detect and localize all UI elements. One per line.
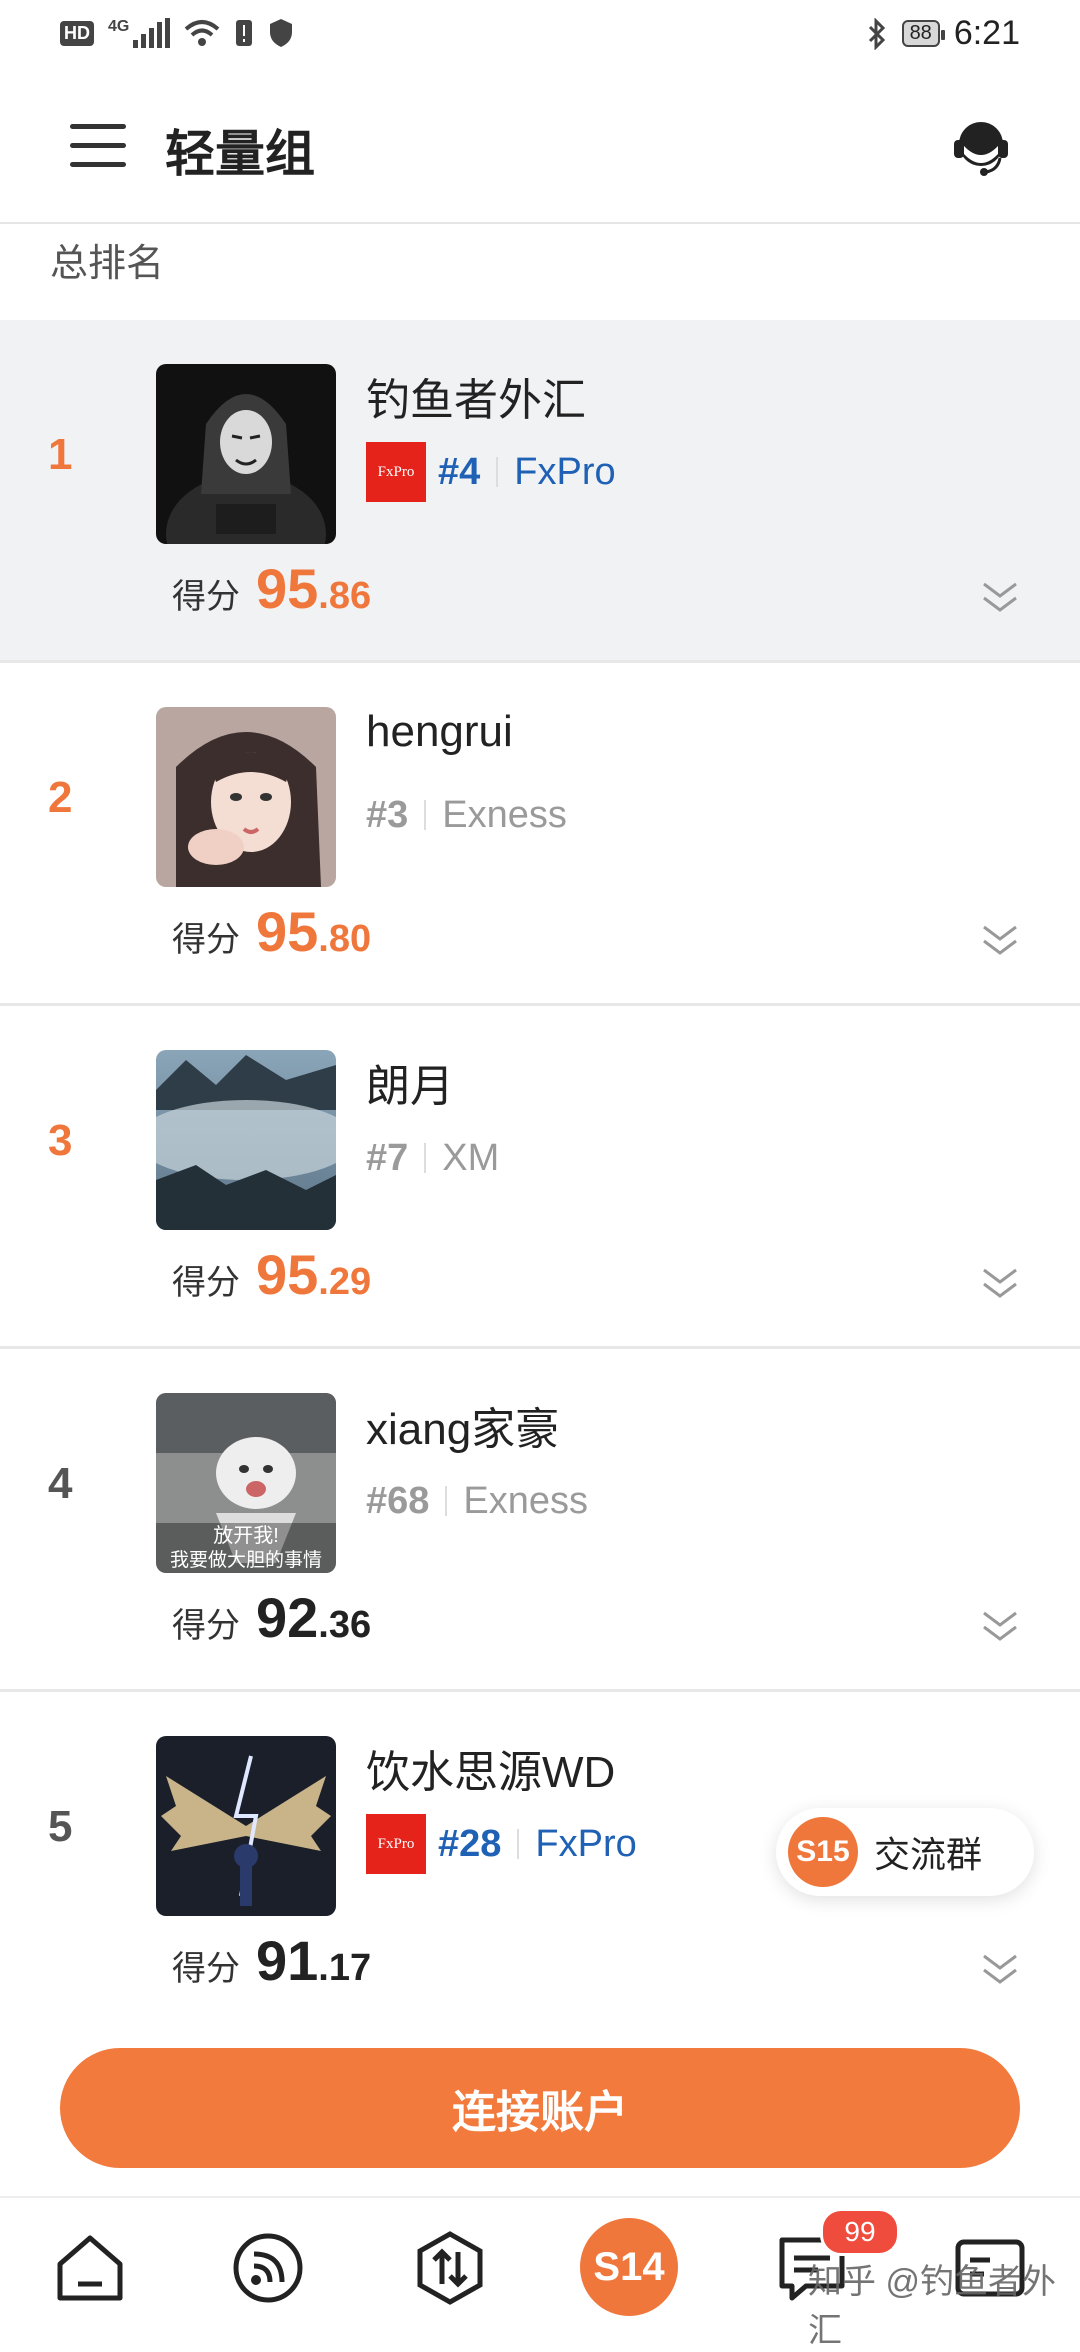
rank-number: 4: [48, 1459, 73, 1508]
score: 得分 91 .17: [172, 1928, 371, 1993]
broker-info: #7 XM: [366, 1128, 499, 1188]
wifi-icon: [185, 20, 220, 46]
avatar-caption: 放开我!: [213, 1525, 279, 1547]
divider: [424, 1143, 427, 1173]
avatar: 放开我! 我要做大胆的事情: [156, 1393, 336, 1573]
menu-icon[interactable]: [70, 124, 126, 168]
ranking-row[interactable]: 4 放开我! 我要做大胆的事情 xiang家豪 #68 Exness 得分 92: [0, 1349, 1080, 1692]
chevron-down-icon[interactable]: [980, 1264, 1020, 1304]
score: 得分 95 .80: [172, 899, 371, 964]
broker-info: FxPro #4 FxPro: [366, 442, 616, 502]
avatar: [156, 1050, 336, 1230]
score-label: 得分: [172, 1950, 240, 1988]
alert-icon: [236, 20, 253, 46]
broker-rank: #7: [366, 1136, 409, 1179]
status-left: HD 4G: [60, 18, 294, 48]
fxpro-logo: FxPro: [366, 1814, 426, 1874]
home-icon[interactable]: [50, 2228, 130, 2308]
score-integer: 91: [256, 1929, 319, 1992]
trade-icon[interactable]: [410, 2228, 490, 2308]
community-chip[interactable]: S15 交流群: [776, 1808, 1034, 1896]
ranking-list: 1 钓鱼者外汇 FxPro #4 FxPro 得分 95 .86 2 hengr…: [0, 320, 1080, 2035]
score-label: 得分: [172, 1607, 240, 1645]
user-name: 钓鱼者外汇: [366, 376, 586, 425]
rank-number: 5: [48, 1802, 73, 1851]
user-name: 朗月: [366, 1062, 454, 1111]
broker-info: #68 Exness: [366, 1471, 588, 1531]
divider: [445, 1486, 448, 1516]
score: 得分 95 .86: [172, 556, 371, 621]
score-decimal: .29: [318, 1261, 372, 1303]
bluetooth-icon: [868, 17, 885, 50]
broker-rank: #28: [438, 1822, 502, 1865]
score-label: 得分: [172, 1264, 240, 1302]
season-tab-button[interactable]: S14: [580, 2218, 678, 2316]
watermark: 知乎 @钓鱼者外汇: [808, 2263, 1056, 2350]
ranking-row[interactable]: 3 朗月 #7 XM 得分 95 .29: [0, 1006, 1080, 1349]
shield-icon: [270, 19, 293, 47]
battery-icon: 88: [901, 20, 946, 47]
chevron-down-icon[interactable]: [980, 578, 1020, 618]
score-decimal: .17: [318, 1947, 372, 1989]
score-integer: 92: [256, 1586, 319, 1649]
broker-rank: #4: [438, 450, 481, 493]
broker-info: FxPro #28 FxPro: [366, 1814, 637, 1874]
broker-name: Exness: [442, 793, 567, 836]
user-name: xiang家豪: [366, 1405, 560, 1454]
score-decimal: .80: [318, 918, 372, 960]
rank-number: 3: [48, 1116, 73, 1165]
broker-name: XM: [442, 1136, 500, 1179]
score-integer: 95: [256, 900, 319, 963]
avatar-caption: 我要做大胆的事情: [169, 1550, 322, 1571]
score-decimal: .36: [318, 1604, 372, 1646]
avatar: [156, 707, 336, 887]
score: 得分 95 .29: [172, 1242, 371, 1307]
score-decimal: .86: [318, 575, 372, 617]
broker-name: FxPro: [514, 450, 616, 493]
score-label: 得分: [172, 921, 240, 959]
avatar: [156, 1736, 336, 1916]
ranking-row[interactable]: 1 钓鱼者外汇 FxPro #4 FxPro 得分 95 .86: [0, 320, 1080, 663]
ranking-row[interactable]: 2 hengrui #3 Exness 得分 95 .80: [0, 663, 1080, 1006]
hd-indicator: HD: [60, 20, 94, 46]
clock: 6:21: [953, 14, 1020, 52]
chevron-down-icon[interactable]: [980, 1607, 1020, 1647]
status-right: 88 6:21: [866, 14, 1020, 53]
chevron-down-icon[interactable]: [980, 1950, 1020, 1990]
divider: [517, 1829, 520, 1859]
broker-name: Exness: [463, 1479, 589, 1522]
broker-rank: #68: [366, 1479, 430, 1522]
messages-badge: 99: [820, 2208, 900, 2256]
user-name: 饮水思源WD: [366, 1748, 616, 1797]
headset-icon[interactable]: [948, 114, 1014, 180]
section-title: 总排名: [50, 243, 165, 285]
rank-number: 1: [48, 430, 73, 479]
network-label: 4G: [108, 18, 130, 35]
tab-bar: S14 99 知乎 @钓鱼者外汇: [0, 2196, 1080, 2350]
signal-icon: [133, 18, 171, 48]
chip-label: 交流群: [874, 1834, 983, 1875]
fxpro-logo: FxPro: [366, 442, 426, 502]
broker-rank: #3: [366, 793, 409, 836]
broker-info: #3 Exness: [366, 785, 567, 845]
user-name: hengrui: [366, 707, 513, 756]
divider: [424, 800, 427, 830]
score-label: 得分: [172, 578, 240, 616]
divider: [496, 457, 499, 487]
score: 得分 92 .36: [172, 1585, 371, 1650]
chevron-down-icon[interactable]: [980, 921, 1020, 961]
page-title: 轻量组: [165, 126, 315, 182]
connect-account-button[interactable]: 连接账户: [60, 2048, 1020, 2168]
app-header: 轻量组: [0, 72, 1080, 224]
status-bar: HD 4G 88 6:21: [0, 0, 1080, 72]
score-integer: 95: [256, 1243, 319, 1306]
broker-name: FxPro: [535, 1822, 637, 1865]
feed-icon[interactable]: [228, 2228, 308, 2308]
score-integer: 95: [256, 557, 319, 620]
rank-number: 2: [48, 773, 73, 822]
avatar: [156, 364, 336, 544]
season-badge: S15: [788, 1817, 858, 1887]
